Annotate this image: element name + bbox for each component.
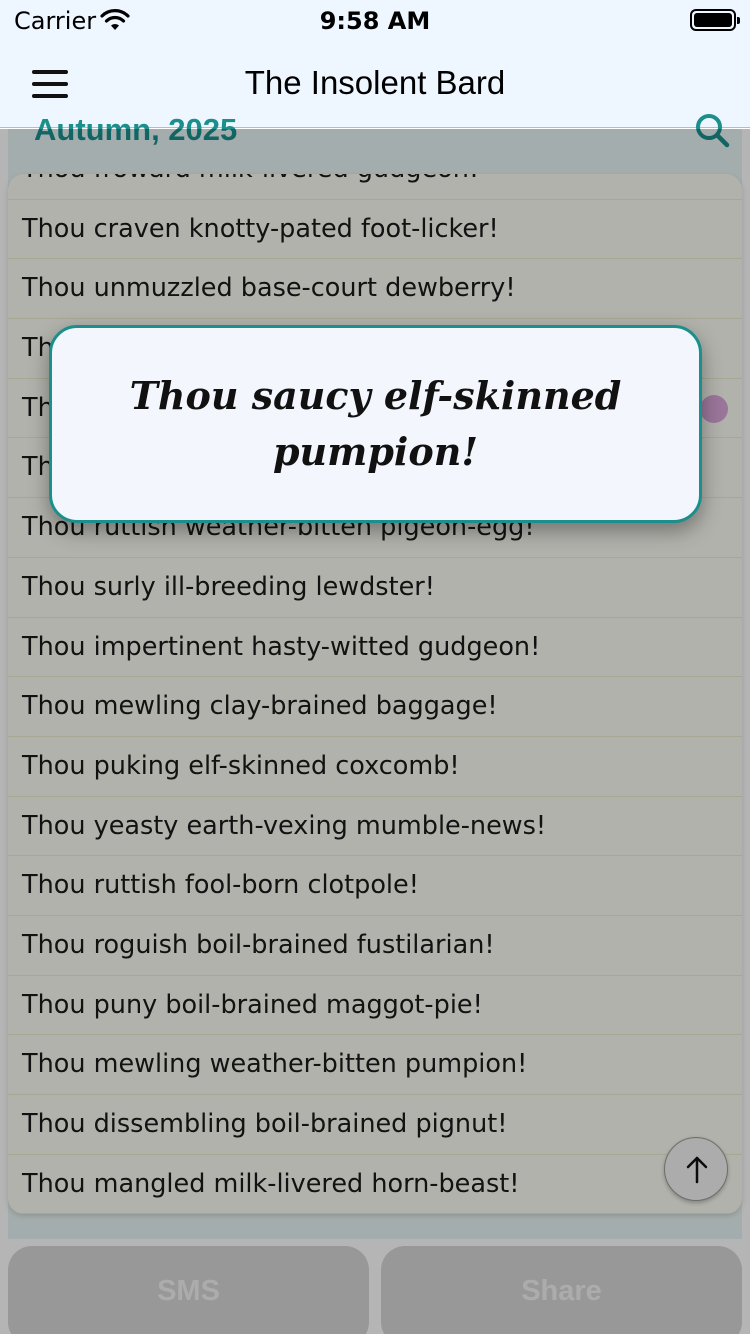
status-time: 9:58 AM: [319, 7, 431, 35]
modal-backdrop[interactable]: [0, 129, 750, 1334]
status-bar: Carrier 9:58 AM: [0, 0, 750, 40]
insult-popup[interactable]: Thou saucy elf-skinned pumpion!: [49, 325, 702, 523]
app-title: The Insolent Bard: [244, 64, 506, 101]
battery-icon: [690, 9, 740, 31]
popup-insult-text: Thou saucy elf-skinned pumpion!: [129, 373, 622, 474]
